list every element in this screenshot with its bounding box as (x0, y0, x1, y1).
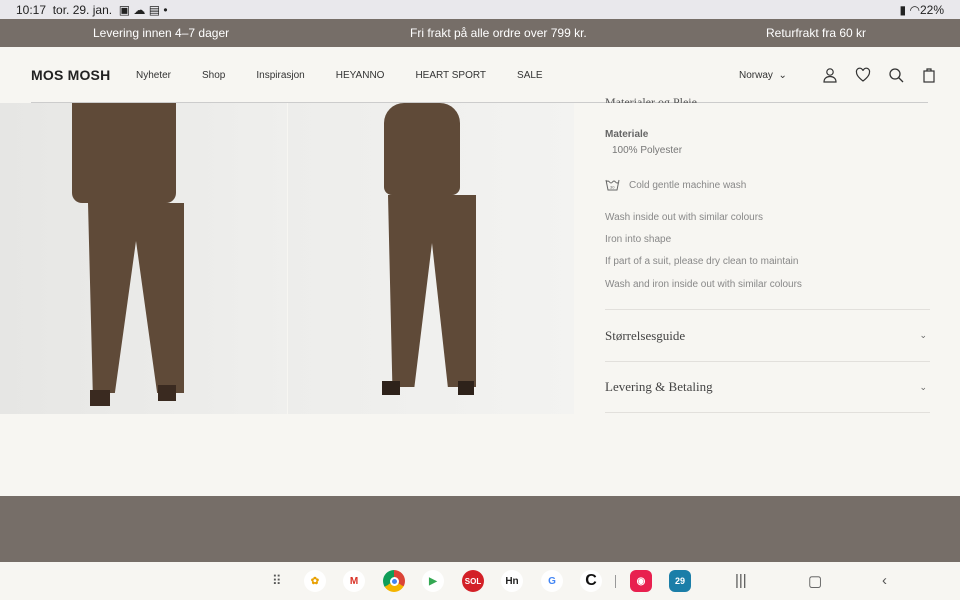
promo-bar: Levering innen 4–7 dager Fri frakt på al… (0, 19, 960, 47)
promo-delivery: Levering innen 4–7 dager (93, 26, 230, 40)
battery-level: 22% (919, 2, 944, 17)
taskbar: ⠿ ✿ M ▶ SOL Hn G C ◉ 29 ||| ▢ ‹ (0, 562, 960, 600)
calendar-day: 29 (674, 576, 685, 586)
play-store-app-icon[interactable]: ▶ (422, 570, 444, 592)
nav-heyanno[interactable]: HEYANNO (336, 70, 385, 81)
sol-app-icon[interactable]: SOL (462, 570, 484, 592)
nav-heart-sport[interactable]: HEART SPORT (415, 70, 486, 81)
accordion-label: Størrelsesguide (605, 327, 686, 343)
promo-returns: Returfrakt fra 60 kr (766, 26, 867, 40)
status-bar: 10:17 tor. 29. jan. ▣ ☁ ▤ • ▮ ◠ 22% (0, 0, 960, 19)
logo[interactable]: MOS MOSH (31, 67, 110, 83)
nav-shop[interactable]: Shop (202, 70, 225, 81)
material-value: 100% Polyester (612, 145, 683, 156)
date: tor. 29. jan. (52, 2, 113, 17)
gmail-app-icon[interactable]: M (343, 570, 365, 592)
google-app-icon[interactable]: G (541, 570, 563, 592)
wash-instruction: Cold gentle machine wash (629, 179, 747, 191)
time: 10:17 (16, 2, 47, 17)
heart-icon[interactable] (855, 67, 871, 83)
svg-text:30: 30 (610, 185, 615, 190)
c-app-icon[interactable]: C (580, 570, 602, 592)
care-instruction: Wash and iron inside out with similar co… (605, 279, 802, 290)
chevron-down-icon: ⌄ (919, 381, 927, 392)
divider (615, 575, 616, 588)
accordion-label: Levering & Betaling (605, 379, 713, 394)
calendar-app-icon[interactable]: 29 (669, 570, 691, 592)
site-header: MOS MOSH Nyheter Shop Inspirasjon HEYANN… (0, 47, 960, 103)
promo-free-shipping: Fri frakt på alle ordre over 799 kr. (410, 26, 587, 40)
account-icon[interactable] (822, 67, 838, 83)
country-selector[interactable]: Norway ⌄ (739, 70, 787, 81)
photos-app-icon[interactable]: ✿ (304, 570, 326, 592)
nav-sale[interactable]: SALE (517, 70, 543, 81)
country-label: Norway (739, 69, 773, 81)
recents-icon[interactable]: ||| (735, 572, 747, 589)
app-drawer-icon[interactable]: ⠿ (272, 573, 282, 589)
footer (0, 496, 960, 562)
search-icon[interactable] (888, 67, 904, 83)
care-instruction: Wash inside out with similar colours (605, 212, 764, 223)
chevron-down-icon: ⌄ (919, 330, 927, 340)
material-label: Materiale (605, 129, 649, 140)
notification-icons: ▣ ☁ ▤ • (118, 2, 168, 17)
main-nav: Nyheter Shop Inspirasjon HEYANNO HEART S… (136, 70, 574, 81)
care-instruction: Iron into shape (605, 234, 672, 245)
accordion-delivery-payment[interactable]: Levering & Betaling ⌄ (605, 361, 930, 413)
cart-icon[interactable] (921, 67, 937, 83)
camera-app-icon[interactable]: ◉ (630, 570, 652, 592)
hn-app-icon[interactable]: Hn (501, 570, 523, 592)
accordion-size-guide[interactable]: Størrelsesguide ⌄ (605, 309, 930, 361)
nav-inspirasjon[interactable]: Inspirasjon (256, 70, 304, 81)
back-icon[interactable]: ‹ (882, 572, 887, 589)
product-image-front[interactable] (0, 103, 287, 414)
chrome-app-icon[interactable] (383, 570, 405, 592)
battery-icon: ▮ ◠ (899, 2, 920, 17)
home-icon[interactable]: ▢ (808, 572, 822, 590)
wash-30-icon: 30 (605, 179, 620, 191)
care-instruction: If part of a suit, please dry clean to m… (605, 256, 799, 267)
nav-nyheter[interactable]: Nyheter (136, 70, 171, 81)
chevron-down-icon: ⌄ (778, 69, 787, 81)
product-image-back[interactable] (288, 103, 574, 414)
section-title: Materialer og Pleie (605, 95, 697, 103)
